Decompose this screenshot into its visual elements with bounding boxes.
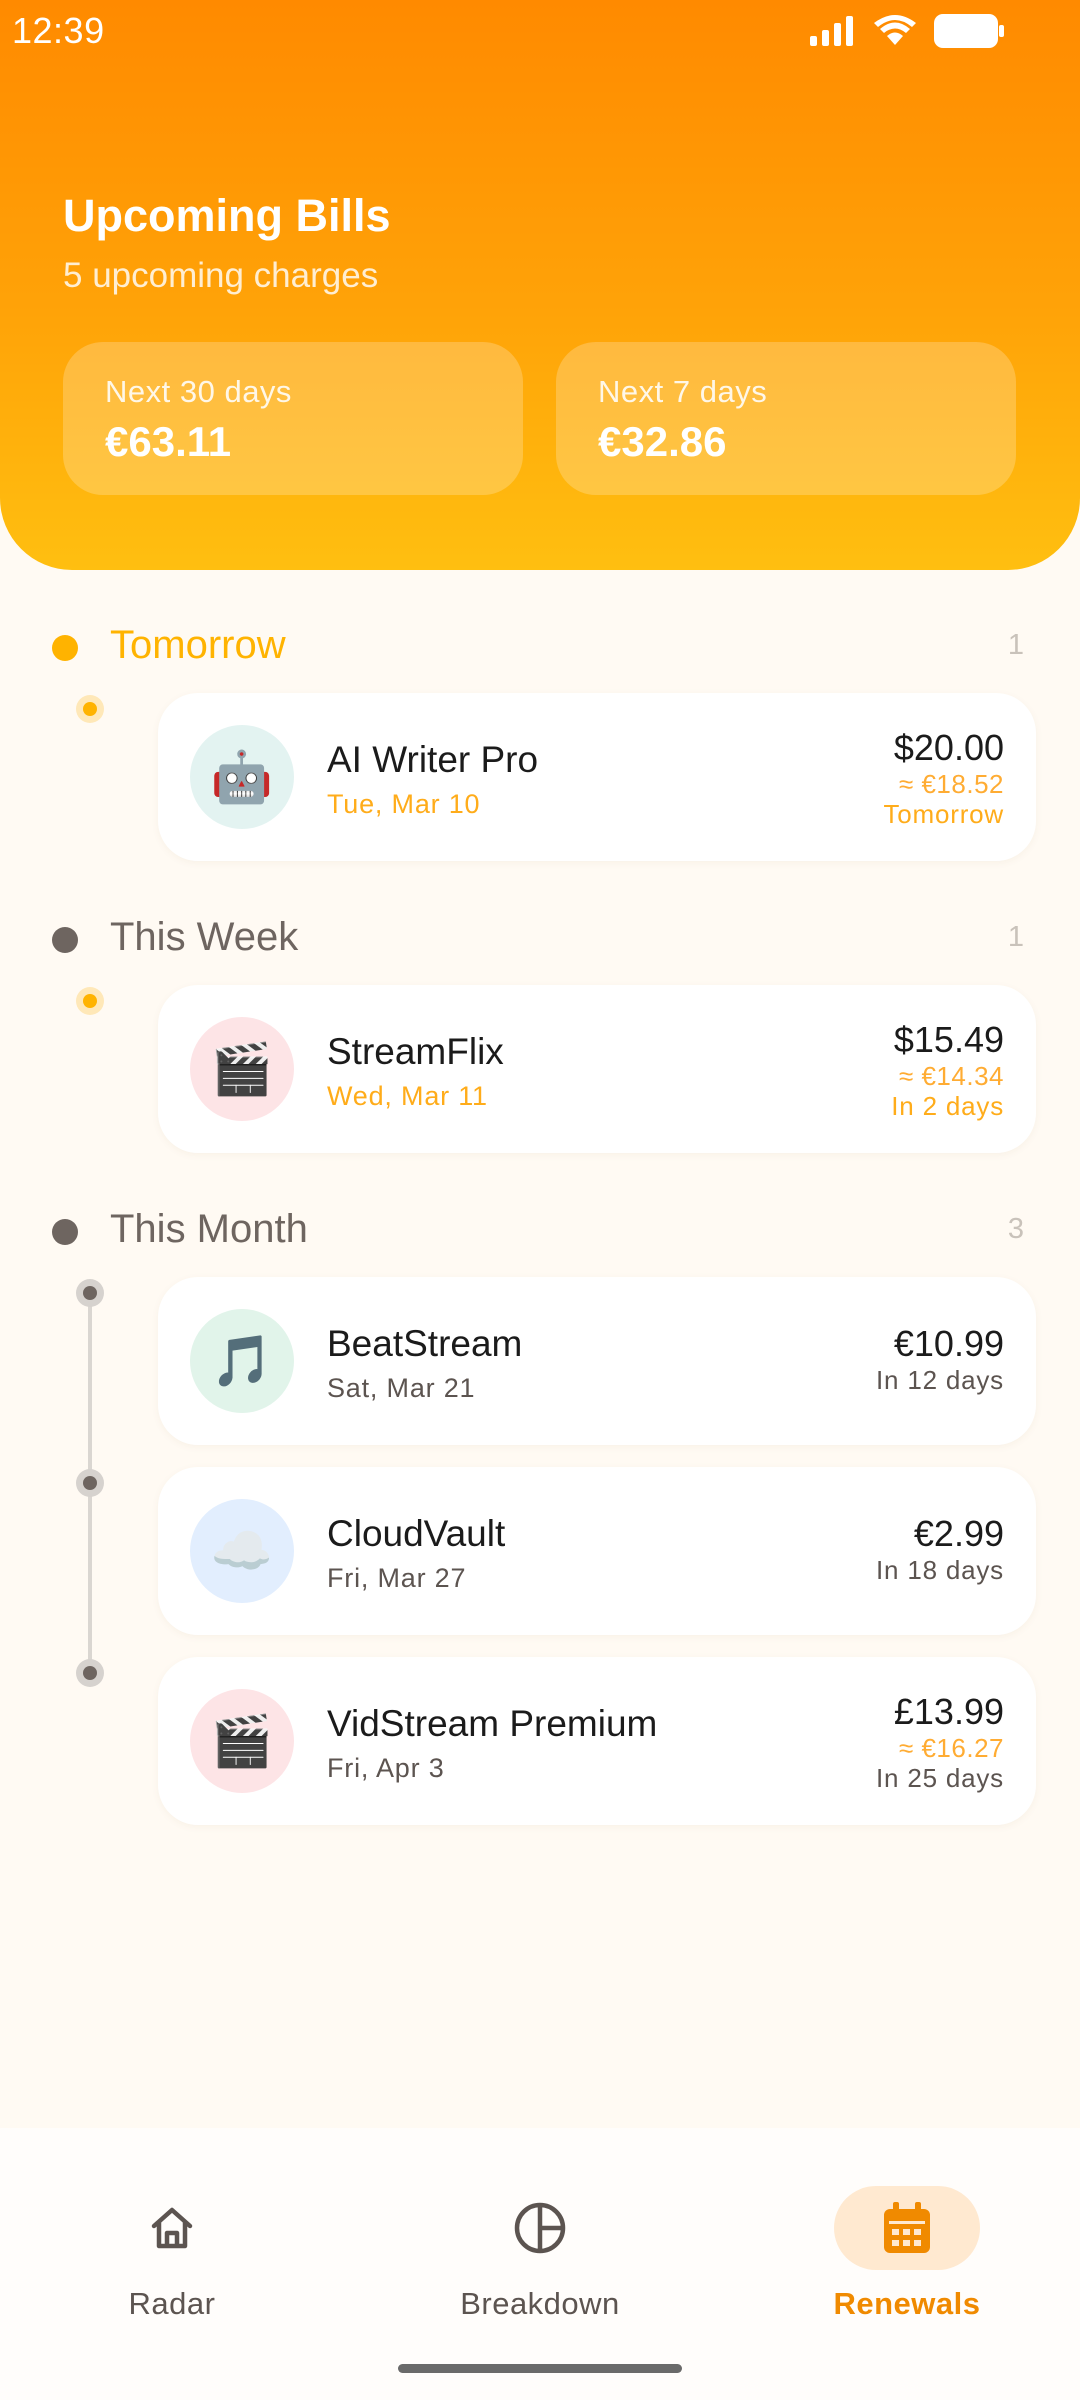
bill-amount: $20.00 [893, 727, 1004, 768]
home-icon [151, 2207, 193, 2249]
bill-card-streamflix[interactable]: 🎬 StreamFlix Wed, Mar 11 $15.49 ≈ €14.34… [158, 985, 1036, 1153]
home-indicator[interactable] [398, 2364, 682, 2373]
bill-converted-amount: ≈ €14.34 [898, 1061, 1004, 1091]
bill-card-beatstream[interactable]: 🎵 BeatStream Sat, Mar 21 €10.99 In 12 da… [158, 1277, 1036, 1445]
bill-date: Wed, Mar 11 [327, 1081, 488, 1111]
bill-amount: £13.99 [893, 1691, 1004, 1732]
bill-amount: €10.99 [893, 1323, 1004, 1364]
bill-card-ai-writer-pro[interactable]: 🤖 AI Writer Pro Tue, Mar 10 $20.00 ≈ €18… [158, 693, 1036, 861]
bill-date: Fri, Apr 3 [327, 1753, 445, 1783]
bill-name: BeatStream [327, 1323, 523, 1364]
bill-name: VidStream Premium [327, 1703, 658, 1744]
bill-card-vidstream-premium[interactable]: 🎬 VidStream Premium Fri, Apr 3 £13.99 ≈ … [158, 1657, 1036, 1825]
bill-due: In 12 days [876, 1365, 1004, 1395]
summary-card-7-days: Next 7 days €32.86 [556, 342, 1016, 495]
page-title: Upcoming Bills [63, 190, 391, 241]
nav-item-renewals[interactable]: Renewals [782, 2156, 1032, 2321]
section-count: 3 [1007, 1213, 1024, 1245]
bill-amount-group: £13.99 ≈ €16.27 In 25 days [876, 1691, 1004, 1793]
bill-card-cloudvault[interactable]: ☁️ CloudVault Fri, Mar 27 €2.99 In 18 da… [158, 1467, 1036, 1635]
nav-label: Radar [128, 2286, 216, 2321]
bill-amount-group: €2.99 In 18 days [876, 1513, 1004, 1585]
bill-amount-group: $15.49 ≈ €14.34 In 2 days [891, 1019, 1004, 1121]
status-time: 12:39 [12, 10, 105, 51]
bill-amount: $15.49 [893, 1019, 1004, 1060]
bottom-navigation: Radar Breakdown Renewals [0, 2128, 1080, 2400]
bill-date: Tue, Mar 10 [327, 789, 481, 819]
section-header-tomorrow: Tomorrow 1 [0, 617, 1080, 677]
section-title: This Week [110, 915, 299, 959]
bill-name: AI Writer Pro [327, 739, 539, 780]
nav-item-breakdown[interactable]: Breakdown [415, 2156, 665, 2321]
timeline-node [76, 1279, 104, 1307]
bill-due: In 25 days [876, 1763, 1004, 1793]
signal-icon [810, 16, 853, 46]
bill-name: StreamFlix [327, 1031, 504, 1072]
section-title: This Month [110, 1207, 308, 1251]
music-note-icon: 🎵 [190, 1309, 294, 1413]
bill-name: CloudVault [327, 1513, 506, 1554]
header-banner: 12:39 Upcoming Bills 5 upcoming charges … [0, 0, 1080, 570]
battery-icon [934, 14, 1004, 48]
bill-due: In 2 days [891, 1091, 1004, 1121]
nav-icon-container [99, 2186, 245, 2270]
pie-chart-icon [514, 2202, 566, 2254]
clapperboard-icon: 🎬 [190, 1017, 294, 1121]
bill-date: Fri, Mar 27 [327, 1563, 467, 1593]
status-icons [810, 14, 1004, 48]
summary-card-30-days: Next 30 days €63.11 [63, 342, 523, 495]
bill-amount: €2.99 [913, 1513, 1004, 1554]
timeline-node [76, 987, 104, 1015]
section-count: 1 [1007, 921, 1024, 953]
summary-card-label: Next 30 days [105, 374, 292, 409]
section-dot [52, 635, 78, 661]
section-header-this-month: This Month 3 [0, 1201, 1080, 1261]
summary-card-value: €32.86 [598, 418, 727, 465]
summary-card-value: €63.11 [105, 418, 232, 465]
section-header-this-week: This Week 1 [0, 909, 1080, 969]
robot-icon: 🤖 [190, 725, 294, 829]
section-title: Tomorrow [110, 623, 286, 667]
section-dot [52, 927, 78, 953]
bill-due: In 18 days [876, 1555, 1004, 1585]
nav-label: Breakdown [460, 2286, 620, 2321]
bill-converted-amount: ≈ €16.27 [898, 1733, 1004, 1763]
bill-due: Tomorrow [883, 799, 1004, 829]
status-bar: 12:39 [0, 0, 1080, 66]
nav-label: Renewals [833, 2286, 981, 2321]
nav-icon-container [834, 2186, 980, 2270]
timeline-node [76, 1659, 104, 1687]
timeline-node [76, 1469, 104, 1497]
clapperboard-icon: 🎬 [190, 1689, 294, 1793]
timeline-node [76, 695, 104, 723]
nav-item-radar[interactable]: Radar [47, 2156, 297, 2321]
bill-converted-amount: ≈ €18.52 [898, 769, 1004, 799]
calendar-icon [884, 2202, 930, 2253]
bill-amount-group: €10.99 In 12 days [876, 1323, 1004, 1395]
page-subtitle: 5 upcoming charges [63, 256, 379, 295]
section-dot [52, 1219, 78, 1245]
bill-date: Sat, Mar 21 [327, 1373, 476, 1403]
bill-amount-group: $20.00 ≈ €18.52 Tomorrow [883, 727, 1004, 829]
wifi-icon [874, 15, 916, 45]
section-count: 1 [1007, 629, 1024, 661]
summary-card-label: Next 7 days [598, 374, 768, 409]
nav-icon-container [467, 2186, 613, 2270]
cloud-icon: ☁️ [190, 1499, 294, 1603]
